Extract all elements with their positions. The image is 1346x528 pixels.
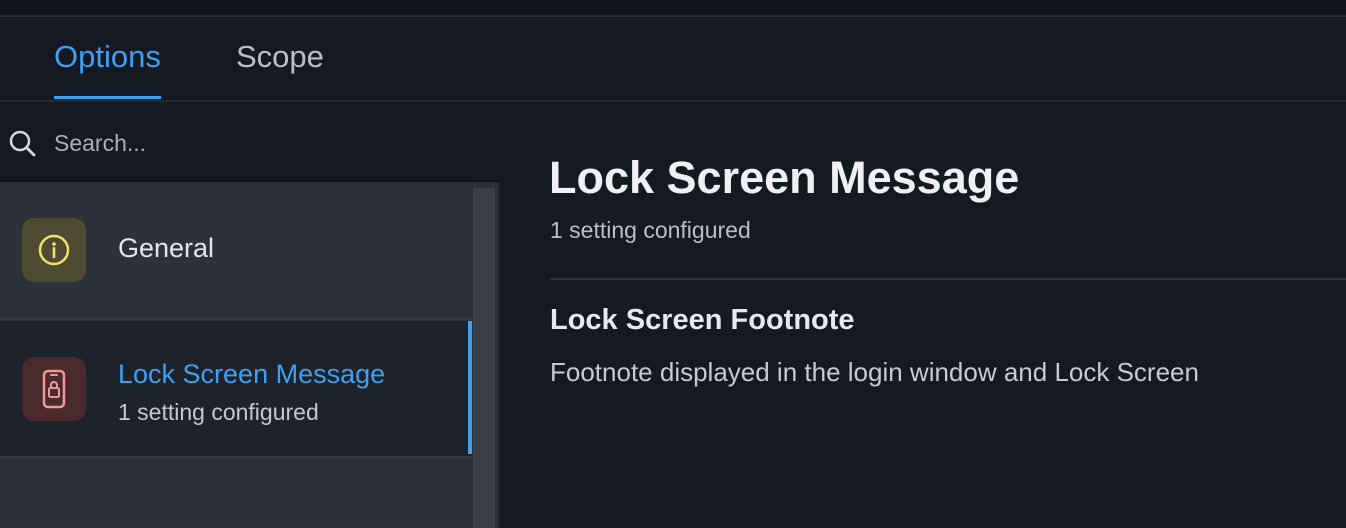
main-panel: Lock Screen Message 1 setting configured… (502, 102, 1346, 528)
search-bar (0, 102, 500, 182)
sidebar-item-label: General (118, 233, 215, 263)
divider (550, 278, 1346, 280)
tab-bar: Options Scope (0, 19, 1346, 102)
sidebar-item-subtitle: 1 setting configured (118, 399, 319, 425)
sidebar-item-general[interactable]: General (0, 183, 472, 320)
phone-lock-icon (22, 357, 86, 421)
setting-title: Lock Screen Footnote (550, 304, 855, 336)
tab-options[interactable]: Options (54, 19, 161, 100)
sidebar-item-lock-screen-message[interactable]: Lock Screen Message 1 setting configured (0, 321, 472, 458)
tab-scope[interactable]: Scope (236, 19, 324, 100)
search-input[interactable] (54, 124, 474, 162)
top-strip (0, 0, 1346, 17)
page-subtitle: 1 setting configured (550, 217, 751, 243)
sidebar-scrollbar[interactable] (473, 188, 495, 528)
sidebar: General Lock Screen Message 1 setting co… (0, 102, 500, 528)
page-title: Lock Screen Message (549, 152, 1020, 203)
info-icon (22, 218, 86, 282)
search-icon (9, 130, 36, 157)
app-window: Options Scope General (0, 0, 1346, 528)
setting-description: Footnote displayed in the login window a… (550, 357, 1199, 387)
sidebar-item-label: Lock Screen Message (118, 359, 386, 389)
